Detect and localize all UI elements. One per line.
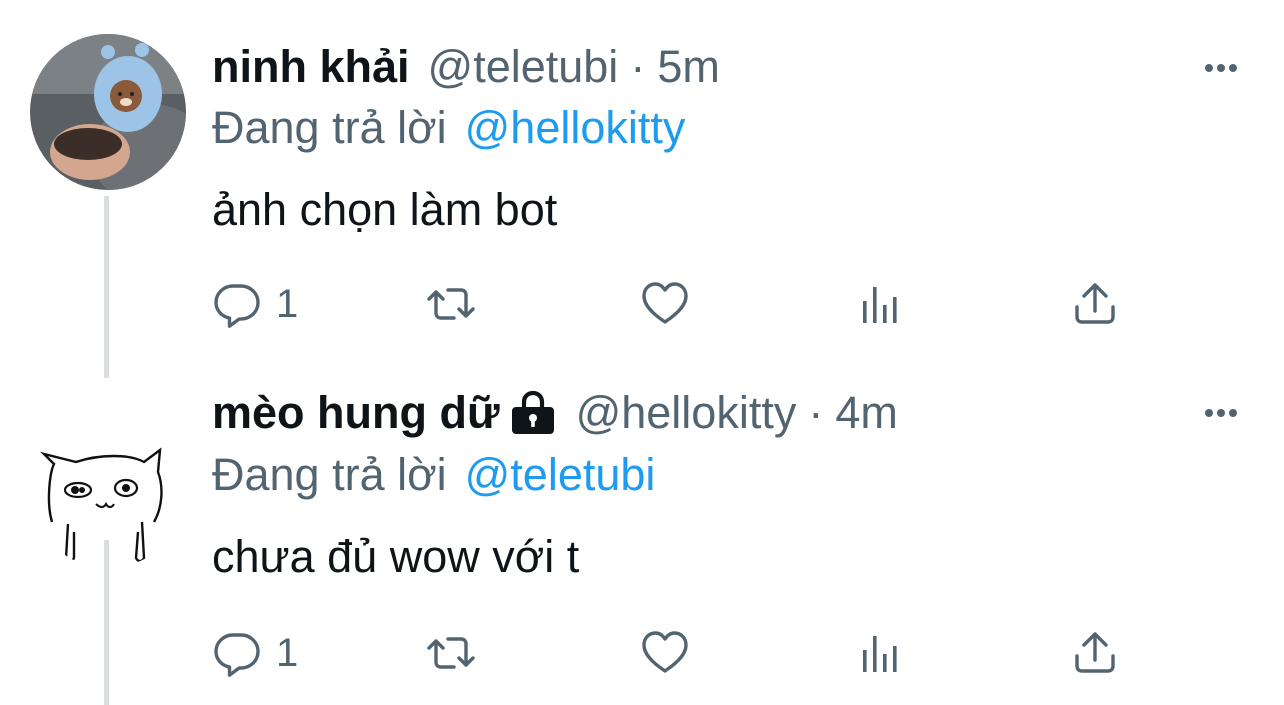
share-button[interactable] [1070, 274, 1120, 334]
share-upload-icon [1075, 283, 1115, 324]
speech-bubble-icon [214, 284, 260, 328]
retweet-arrows-icon [427, 637, 475, 669]
avatar[interactable] [30, 34, 186, 190]
bar-chart-icon [863, 636, 897, 672]
like-button[interactable] [640, 274, 690, 334]
share-button[interactable] [1070, 623, 1120, 683]
replying-to-line: Đang trả lời @teletubi [212, 448, 655, 502]
replying-to-line: Đang trả lời @hellokitty [212, 101, 685, 155]
heart-icon [642, 282, 688, 324]
share-upload-icon [1075, 632, 1115, 673]
timestamp[interactable]: 4m [835, 386, 898, 440]
heart-icon [642, 631, 688, 673]
thread-connector-line [104, 540, 109, 705]
display-name[interactable]: mèo hung dữ [212, 386, 500, 440]
views-button[interactable] [856, 623, 906, 683]
speech-bubble-icon [214, 633, 260, 677]
more-horizontal-icon[interactable] [1196, 43, 1246, 93]
retweet-button[interactable] [426, 274, 476, 334]
more-horizontal-icon[interactable] [1196, 388, 1246, 438]
separator-dot: · [630, 41, 646, 92]
replying-to-mention[interactable]: @hellokitty [465, 102, 686, 153]
tweet[interactable]: mèo hung dữ @hellokitty · 4m Đang trả lờ… [0, 378, 1284, 705]
reply-button[interactable]: 1 [212, 274, 298, 334]
avatar-photo [30, 34, 186, 190]
tweet-header: ninh khải @teletubi · 5m [212, 40, 720, 94]
separator-dot: · [808, 387, 824, 438]
user-handle[interactable]: @teletubi [428, 40, 619, 94]
tweet[interactable]: ninh khải @teletubi · 5m Đang trả lời @he… [0, 0, 1284, 378]
bar-chart-icon [863, 287, 897, 323]
thread-connector-line [104, 196, 109, 378]
reply-button[interactable]: 1 [212, 623, 298, 683]
tweet-text: chưa đủ wow với t [212, 531, 580, 582]
lock-icon [508, 388, 558, 438]
user-handle[interactable]: @hellokitty [576, 386, 797, 440]
retweet-arrows-icon [427, 288, 475, 320]
tweet-action-bar: 1 [212, 623, 1132, 683]
views-button[interactable] [856, 274, 906, 334]
timestamp[interactable]: 5m [657, 40, 720, 94]
replying-to-mention[interactable]: @teletubi [465, 449, 656, 500]
replying-to-label: Đang trả lời [212, 102, 447, 153]
retweet-button[interactable] [426, 623, 476, 683]
reply-count: 1 [276, 630, 299, 675]
display-name[interactable]: ninh khải [212, 40, 410, 94]
tweet-text: ảnh chọn làm bot [212, 184, 558, 235]
tweet-header: mèo hung dữ @hellokitty · 4m [212, 386, 898, 440]
tweet-action-bar: 1 [212, 274, 1132, 334]
reply-count: 1 [276, 281, 299, 326]
replying-to-label: Đang trả lời [212, 449, 447, 500]
like-button[interactable] [640, 623, 690, 683]
reply-thread: ninh khải @teletubi · 5m Đang trả lời @he… [0, 0, 1284, 705]
